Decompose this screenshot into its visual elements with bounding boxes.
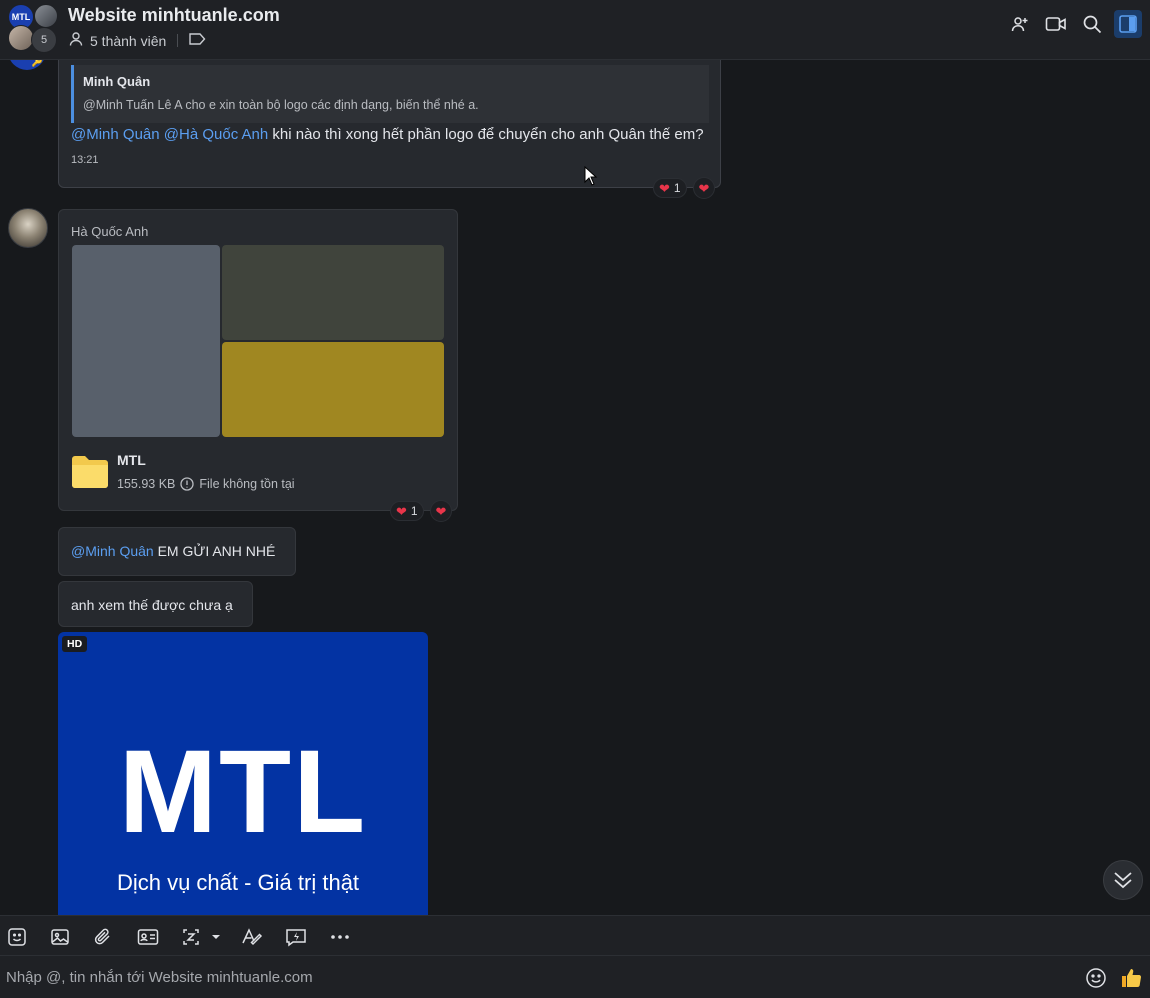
screenshot-icon bbox=[183, 929, 220, 945]
thumbs-up-icon bbox=[1122, 969, 1142, 988]
sender-name: Hà Quốc Anh bbox=[71, 224, 149, 239]
heart-icon: ❤ bbox=[435, 503, 447, 519]
warning-icon bbox=[180, 477, 195, 491]
message-time: 13:21 bbox=[71, 154, 99, 166]
message-list[interactable]: 🔑 Minh Quân @Minh Tuấn Lê A cho e xin to… bbox=[0, 60, 1150, 915]
video-icon bbox=[1045, 17, 1066, 31]
message-text: anh xem thế được chưa ạ bbox=[71, 597, 233, 613]
quick-like-button[interactable] bbox=[1119, 966, 1143, 990]
search-icon bbox=[1083, 15, 1102, 34]
logo-slogan: Dịch vụ chất - Giá trị thật bbox=[116, 870, 360, 895]
mention-link[interactable]: @Hà Quốc Anh bbox=[164, 126, 268, 143]
members-row: 5 thành viên bbox=[68, 31, 206, 50]
send-contact-button[interactable] bbox=[135, 924, 161, 950]
quoted-sender: Minh Quân bbox=[83, 74, 151, 89]
attach-file-button[interactable] bbox=[90, 924, 116, 950]
quick-message-icon bbox=[286, 929, 306, 947]
screenshot-button[interactable] bbox=[179, 924, 223, 950]
file-size: 155.93 KB bbox=[117, 477, 176, 491]
message-bubble[interactable]: Hà Quốc Anh MTL 155.93 KB File không tồn… bbox=[58, 209, 458, 511]
video-call-button[interactable] bbox=[1042, 10, 1070, 38]
member-count-badge: 5 bbox=[31, 27, 57, 53]
reaction-summary[interactable]: ❤ 1 bbox=[390, 501, 424, 521]
double-chevron-down-icon bbox=[1114, 872, 1132, 889]
group-avatar[interactable]: MTL 5 bbox=[6, 3, 58, 53]
image-message[interactable]: HD MTL Dịch vụ chất - Giá trị thật bbox=[58, 632, 428, 915]
reaction-summary[interactable]: ❤ 1 bbox=[653, 178, 687, 198]
sticker-button[interactable] bbox=[4, 924, 30, 950]
sender-avatar[interactable]: 🔑 bbox=[8, 60, 46, 70]
quoted-text: @Minh Tuấn Lê A cho e xin toàn bộ logo c… bbox=[83, 98, 479, 112]
add-member-icon bbox=[1011, 17, 1028, 32]
sender-avatar[interactable] bbox=[8, 208, 48, 248]
logo-text: MTL bbox=[118, 726, 368, 858]
members-count-link[interactable]: 5 thành viên bbox=[90, 33, 166, 49]
message-body: khi nào thì xong hết phần logo để chuyển… bbox=[272, 126, 704, 143]
message-bubble[interactable]: @Minh Quân EM GỬI ANH NHÉ bbox=[58, 527, 296, 576]
person-icon bbox=[68, 31, 84, 50]
file-name[interactable]: MTL bbox=[117, 452, 146, 468]
message-composer bbox=[0, 956, 1150, 998]
toggle-sidebar-button[interactable] bbox=[1114, 10, 1142, 38]
heart-icon: ❤ bbox=[396, 503, 407, 519]
scroll-to-bottom-button[interactable] bbox=[1103, 860, 1143, 900]
heart-icon: ❤ bbox=[698, 180, 710, 196]
image-thumbnail[interactable] bbox=[72, 245, 220, 437]
react-button[interactable]: ❤ bbox=[430, 500, 452, 522]
hd-badge: HD bbox=[62, 636, 88, 652]
emoji-icon bbox=[1086, 968, 1106, 988]
quick-message-button[interactable] bbox=[283, 924, 309, 950]
reaction-count: 1 bbox=[673, 181, 681, 195]
file-meta: 155.93 KB File không tồn tại bbox=[117, 477, 295, 491]
message-text: @Minh Quân @Hà Quốc Anh khi nào thì xong… bbox=[71, 126, 704, 143]
folder-icon[interactable] bbox=[71, 455, 109, 489]
divider bbox=[177, 34, 179, 47]
message-bubble[interactable]: Minh Quân @Minh Tuấn Lê A cho e xin toàn… bbox=[58, 60, 721, 188]
search-button[interactable] bbox=[1078, 10, 1106, 38]
mention-link[interactable]: @Minh Quân bbox=[71, 126, 160, 143]
sidebar-panel-icon bbox=[1119, 15, 1137, 33]
text-format-button[interactable] bbox=[239, 924, 265, 950]
add-member-button[interactable] bbox=[1006, 10, 1034, 38]
tag-icon[interactable] bbox=[189, 32, 206, 49]
image-thumbnail[interactable] bbox=[222, 245, 444, 340]
message-input[interactable] bbox=[0, 956, 1070, 998]
reaction-count: 1 bbox=[410, 504, 418, 518]
emoji-button[interactable] bbox=[1084, 966, 1108, 990]
text-format-icon bbox=[242, 928, 263, 946]
file-status: File không tồn tại bbox=[199, 477, 295, 491]
heart-icon: ❤ bbox=[659, 180, 670, 196]
mention-link[interactable]: @Minh Quân bbox=[71, 543, 154, 559]
image-icon bbox=[51, 929, 69, 945]
quoted-message[interactable]: Minh Quân @Minh Tuấn Lê A cho e xin toàn… bbox=[71, 65, 709, 123]
key-icon: 🔑 bbox=[31, 60, 43, 67]
more-options-button[interactable] bbox=[327, 924, 353, 950]
member-avatar bbox=[34, 4, 58, 28]
react-button[interactable]: ❤ bbox=[693, 177, 715, 199]
message-bubble[interactable]: anh xem thế được chưa ạ bbox=[58, 581, 253, 627]
paperclip-icon bbox=[94, 928, 110, 945]
mouse-cursor-icon bbox=[584, 165, 598, 191]
message-body: EM GỬI ANH NHÉ bbox=[153, 543, 276, 559]
header-actions bbox=[1006, 10, 1142, 38]
message-text: @Minh Quân EM GỬI ANH NHÉ bbox=[71, 543, 275, 559]
sticker-icon bbox=[8, 928, 26, 946]
conversation-title[interactable]: Website minhtuanle.com bbox=[68, 5, 280, 26]
ellipsis-icon bbox=[331, 935, 349, 939]
contact-card-icon bbox=[137, 929, 159, 945]
send-image-button[interactable] bbox=[47, 924, 73, 950]
image-thumbnail[interactable] bbox=[222, 342, 444, 437]
chat-header: MTL 5 Website minhtuanle.com 5 thành viê… bbox=[0, 0, 1150, 60]
composer-toolbar bbox=[0, 915, 1150, 956]
